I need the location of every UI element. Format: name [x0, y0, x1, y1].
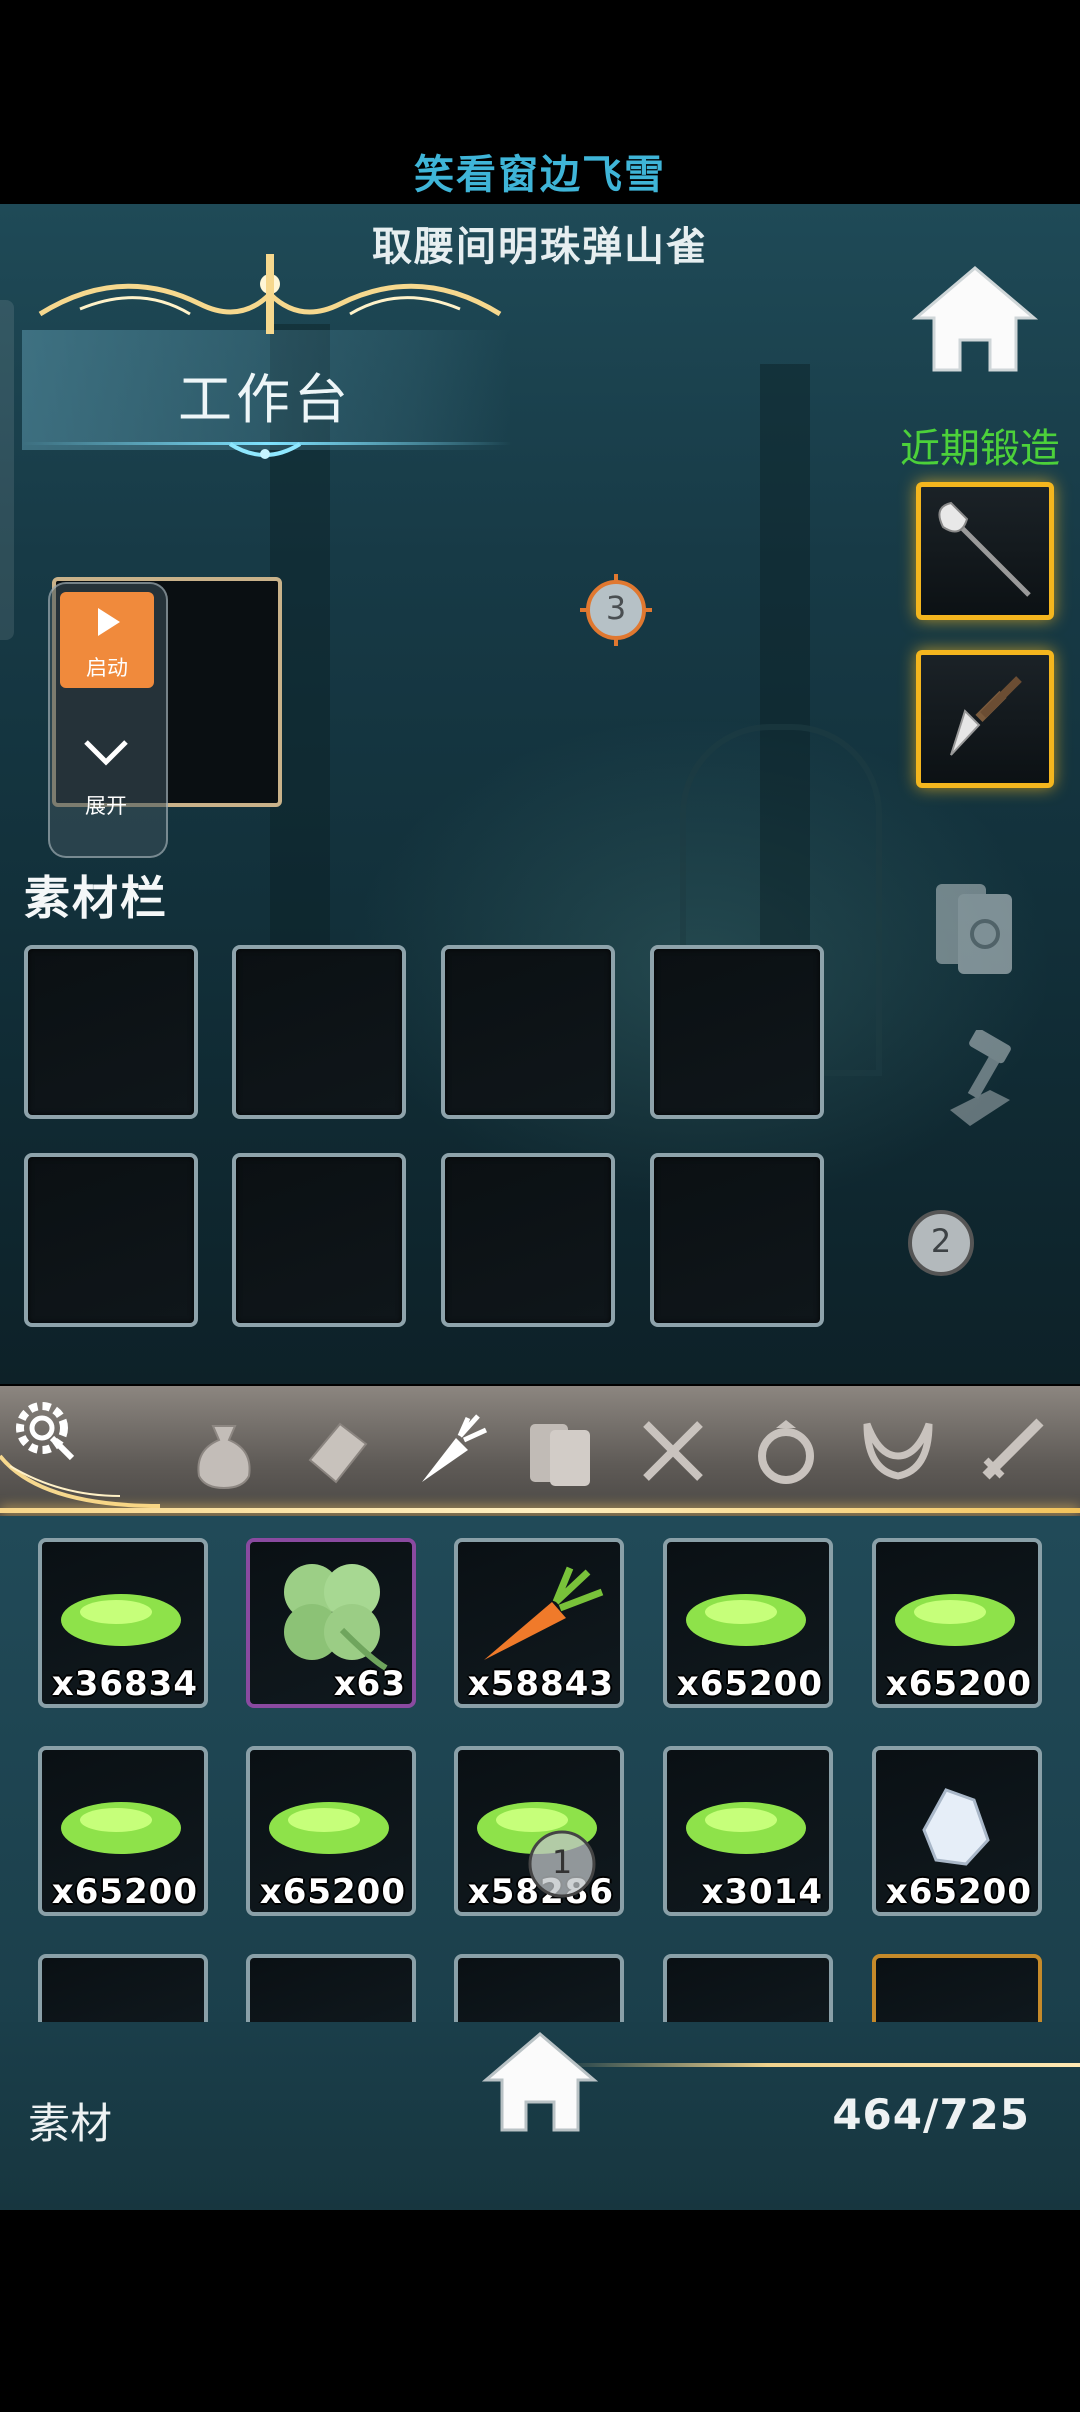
- gold-ornament-icon: [38, 254, 502, 334]
- inventory-item[interactable]: x65200: [872, 1746, 1042, 1916]
- inventory-item[interactable]: x65200: [246, 1746, 416, 1916]
- inventory-item[interactable]: x36834: [38, 1538, 208, 1708]
- material-slot[interactable]: [650, 1153, 824, 1327]
- inventory-item[interactable]: x3014: [663, 1746, 833, 1916]
- green-slime-icon: [269, 1802, 389, 1854]
- footer-divider: [560, 2063, 1080, 2067]
- item-quantity: x65200: [259, 1872, 406, 1912]
- item-quantity: x3014: [701, 1872, 823, 1912]
- green-slime-icon: [686, 1802, 806, 1854]
- inventory-item[interactable]: x65200: [663, 1538, 833, 1708]
- material-slot[interactable]: [441, 945, 615, 1119]
- queue-badge[interactable]: 3: [580, 574, 652, 646]
- item-quantity: x58843: [467, 1664, 614, 1704]
- queue-badge-number: 3: [605, 589, 627, 627]
- gear-icon[interactable]: [8, 1394, 76, 1462]
- expand-label[interactable]: 展开: [48, 790, 164, 820]
- item-quantity: x36834: [51, 1664, 198, 1704]
- recent-forge-title: 近期锻造: [900, 426, 1060, 472]
- inventory-item[interactable]: x65200: [872, 1538, 1042, 1708]
- player-name: 笑看窗边飞雪: [414, 152, 666, 198]
- material-slot[interactable]: [232, 945, 406, 1119]
- overlay-badge-number: 1: [551, 1843, 573, 1881]
- item-quantity: x65200: [51, 1872, 198, 1912]
- book-icon[interactable]: [932, 870, 1020, 980]
- material-slot[interactable]: [232, 1153, 406, 1327]
- play-icon: [98, 608, 120, 636]
- clover-icon: [284, 1564, 388, 1671]
- materials-title: 素材栏: [24, 871, 168, 925]
- start-label: 启动: [86, 656, 128, 680]
- home-icon[interactable]: [482, 2030, 598, 2136]
- home-icon[interactable]: [910, 262, 1040, 378]
- green-slime-icon: [686, 1594, 806, 1646]
- recent-forge-slot[interactable]: [916, 650, 1054, 788]
- side-tab-handle[interactable]: [0, 300, 14, 640]
- forge-icon[interactable]: [930, 1030, 1030, 1140]
- inventory-count: 464/725: [832, 2090, 1030, 2139]
- green-slime-icon: [61, 1594, 181, 1646]
- notification-badge[interactable]: 2: [906, 1208, 976, 1278]
- footer-category-label: 素材: [28, 2099, 113, 2148]
- chevron-down-icon[interactable]: [80, 736, 132, 768]
- notification-badge-number: 2: [930, 1222, 952, 1260]
- carrot-icon[interactable]: [408, 1410, 490, 1492]
- blue-ornament-icon: [228, 442, 302, 459]
- workbench-title: 工作台: [178, 368, 352, 431]
- start-button[interactable]: 启动: [60, 592, 154, 688]
- inventory-item[interactable]: x65200: [38, 1746, 208, 1916]
- book-icon[interactable]: [520, 1410, 602, 1492]
- material-slot[interactable]: [24, 945, 198, 1119]
- bag-icon[interactable]: [183, 1410, 265, 1492]
- scroll-icon[interactable]: [296, 1410, 378, 1492]
- inventory-item[interactable]: x58843: [454, 1538, 624, 1708]
- dagger-icon: [950, 676, 1022, 756]
- material-slot[interactable]: [441, 1153, 615, 1327]
- crystal-icon: [922, 1788, 990, 1866]
- tab-underline: [0, 1508, 1080, 1513]
- ring-icon[interactable]: [745, 1410, 827, 1492]
- battle-axe-icon: [938, 501, 1031, 597]
- recent-forge-slot[interactable]: [916, 482, 1054, 620]
- green-slime-icon: [61, 1802, 181, 1854]
- horns-icon[interactable]: [857, 1410, 939, 1492]
- carrot-icon: [484, 1566, 604, 1660]
- item-quantity: x65200: [885, 1664, 1032, 1704]
- sword-icon[interactable]: [970, 1410, 1052, 1492]
- item-quantity: x63: [333, 1664, 406, 1704]
- overlay-badge[interactable]: 1: [526, 1828, 598, 1900]
- green-slime-icon: [895, 1594, 1015, 1646]
- item-quantity: x65200: [676, 1664, 823, 1704]
- nav-area: [0, 2210, 1080, 2412]
- material-slot[interactable]: [24, 1153, 198, 1327]
- item-quantity: x65200: [885, 1872, 1032, 1912]
- inventory-item[interactable]: x63: [246, 1538, 416, 1708]
- tools-icon[interactable]: [632, 1410, 714, 1492]
- material-slot[interactable]: [650, 945, 824, 1119]
